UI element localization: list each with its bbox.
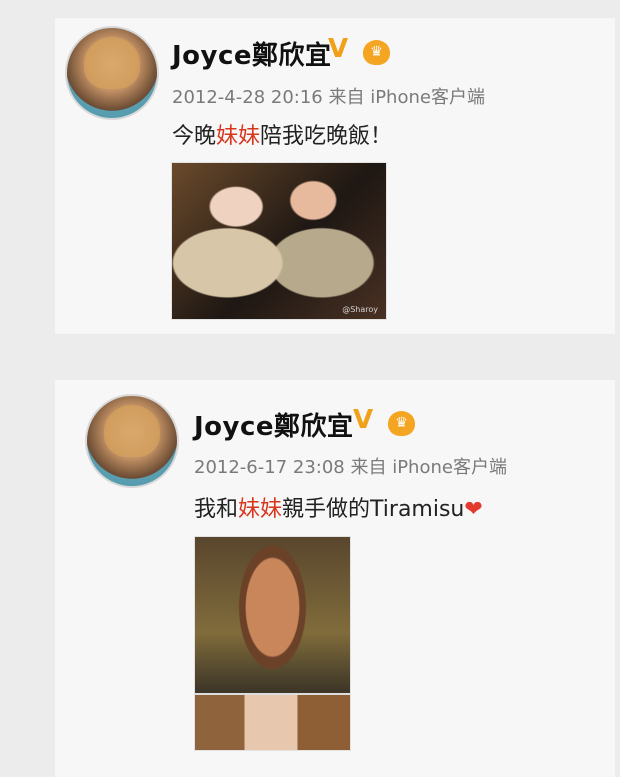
verified-badge-icon: V [328,34,349,64]
author-avatar[interactable] [85,394,179,488]
post-text-highlight: 妹妹 [216,124,261,149]
thumbnail-strip[interactable] [195,693,350,750]
heart-emoji-icon: ❤ [464,497,483,522]
weibo-post-1: Joyce鄭欣宜 V ♛ 2012-4-28 20:16 来自 iPhone客户… [55,18,615,334]
post-photo-collage[interactable] [194,536,351,751]
post-meta: 2012-4-28 20:16 来自 iPhone客户端 [172,87,485,108]
verified-badge-icon: V [353,405,374,435]
post-text-prefix: 今晚 [172,124,217,149]
post-text: 我和妹妹親手做的Tiramisu❤ [194,491,483,523]
post-meta: 2012-6-17 23:08 来自 iPhone客户端 [194,457,507,478]
vip-crown-icon: ♛ [363,40,390,65]
image-watermark: @Sharoy [342,305,378,314]
weibo-post-2: Joyce鄭欣宜 V ♛ 2012-6-17 23:08 来自 iPhone客户… [55,380,615,777]
post-text: 今晚妹妹陪我吃晚飯！ [172,118,392,150]
author-avatar[interactable] [65,26,159,120]
post-text-suffix: 親手做的Tiramisu [282,497,465,522]
author-name[interactable]: Joyce鄭欣宜 [194,406,354,443]
post-text-prefix: 我和 [194,497,239,522]
vip-crown-icon: ♛ [388,411,415,436]
post-text-suffix: 陪我吃晚飯！ [260,124,393,149]
author-name[interactable]: Joyce鄭欣宜 [172,35,332,72]
post-photo[interactable]: @Sharoy [171,162,387,320]
post-text-highlight: 妹妹 [238,497,283,522]
